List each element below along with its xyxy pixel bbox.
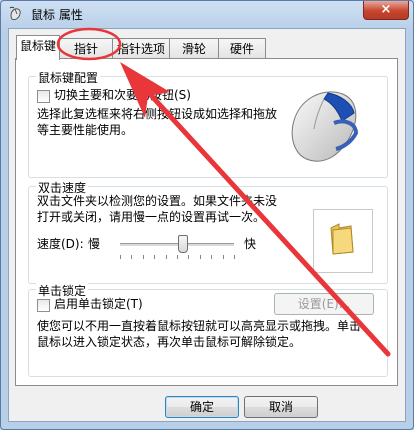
slow-label: 慢 — [88, 237, 101, 251]
slider-tick — [199, 255, 201, 259]
click-lock-description-line1: 使您可以不用一直按着鼠标按钮就可以高亮显示或拖拽。单击 — [37, 319, 362, 333]
fast-label: 快 — [244, 237, 257, 251]
slider-tick — [120, 255, 121, 259]
slider-tick — [142, 255, 144, 259]
speed-slider-thumb[interactable] — [177, 235, 188, 253]
close-button[interactable]: × — [363, 1, 409, 20]
cancel-button[interactable]: 取消 — [244, 396, 318, 418]
button-config-description-line2: 等主要性能使用。 — [37, 123, 134, 137]
slider-tick — [222, 255, 224, 259]
slider-tick — [211, 255, 213, 259]
ok-button[interactable]: 确定 — [165, 396, 239, 418]
tab-pointer-options[interactable]: 指针选项 — [112, 38, 170, 59]
title-bar[interactable]: 鼠标 属性 × — [1, 1, 413, 27]
button-configuration-label: 鼠标键配置 — [36, 69, 101, 86]
tab-hardware[interactable]: 硬件 — [218, 38, 266, 59]
folder-icon[interactable] — [329, 222, 355, 256]
switch-buttons-label[interactable]: 切换主要和次要的按钮(S) — [54, 87, 191, 103]
slider-tick — [154, 255, 156, 259]
slider-tick — [188, 255, 190, 259]
tab-buttons[interactable]: 鼠标键 — [16, 35, 60, 60]
switch-buttons-checkbox[interactable] — [37, 90, 50, 103]
tab-wheel[interactable]: 滑轮 — [169, 38, 219, 59]
slider-tick — [165, 255, 167, 259]
click-lock-checkbox-label[interactable]: 启用单击锁定(T) — [54, 296, 143, 312]
buttons-tab-panel: 鼠标键配置 切换主要和次要的按钮(S) 选择此复选框来将右侧按钮设成如选择和拖放… — [15, 58, 398, 386]
slider-tick — [177, 255, 178, 259]
click-lock-description-line2: 鼠标以进入锁定状态，再次单击鼠标可解除锁定。 — [37, 335, 302, 349]
double-click-description-line2: 打开或关闭，请用慢一点的设置再试一次。 — [37, 210, 266, 224]
speed-label: 速度(D): — [37, 237, 84, 251]
window-title: 鼠标 属性 — [31, 8, 83, 22]
mouse-illustration-icon — [291, 91, 359, 162]
button-config-description-line1: 选择此复选框来将右侧按钮设成如选择和拖放 — [37, 107, 278, 121]
slider-tick — [131, 255, 133, 259]
click-lock-settings-button[interactable]: 设置(E)... — [274, 293, 374, 315]
double-click-description-line1: 双击文件夹以检测您的设置。如果文件夹未没 — [37, 194, 278, 208]
mouse-app-icon — [9, 6, 21, 21]
slider-tick — [234, 255, 235, 259]
tab-pointers[interactable]: 指针 — [59, 38, 113, 59]
click-lock-checkbox[interactable] — [37, 299, 50, 312]
close-icon: × — [380, 2, 392, 17]
